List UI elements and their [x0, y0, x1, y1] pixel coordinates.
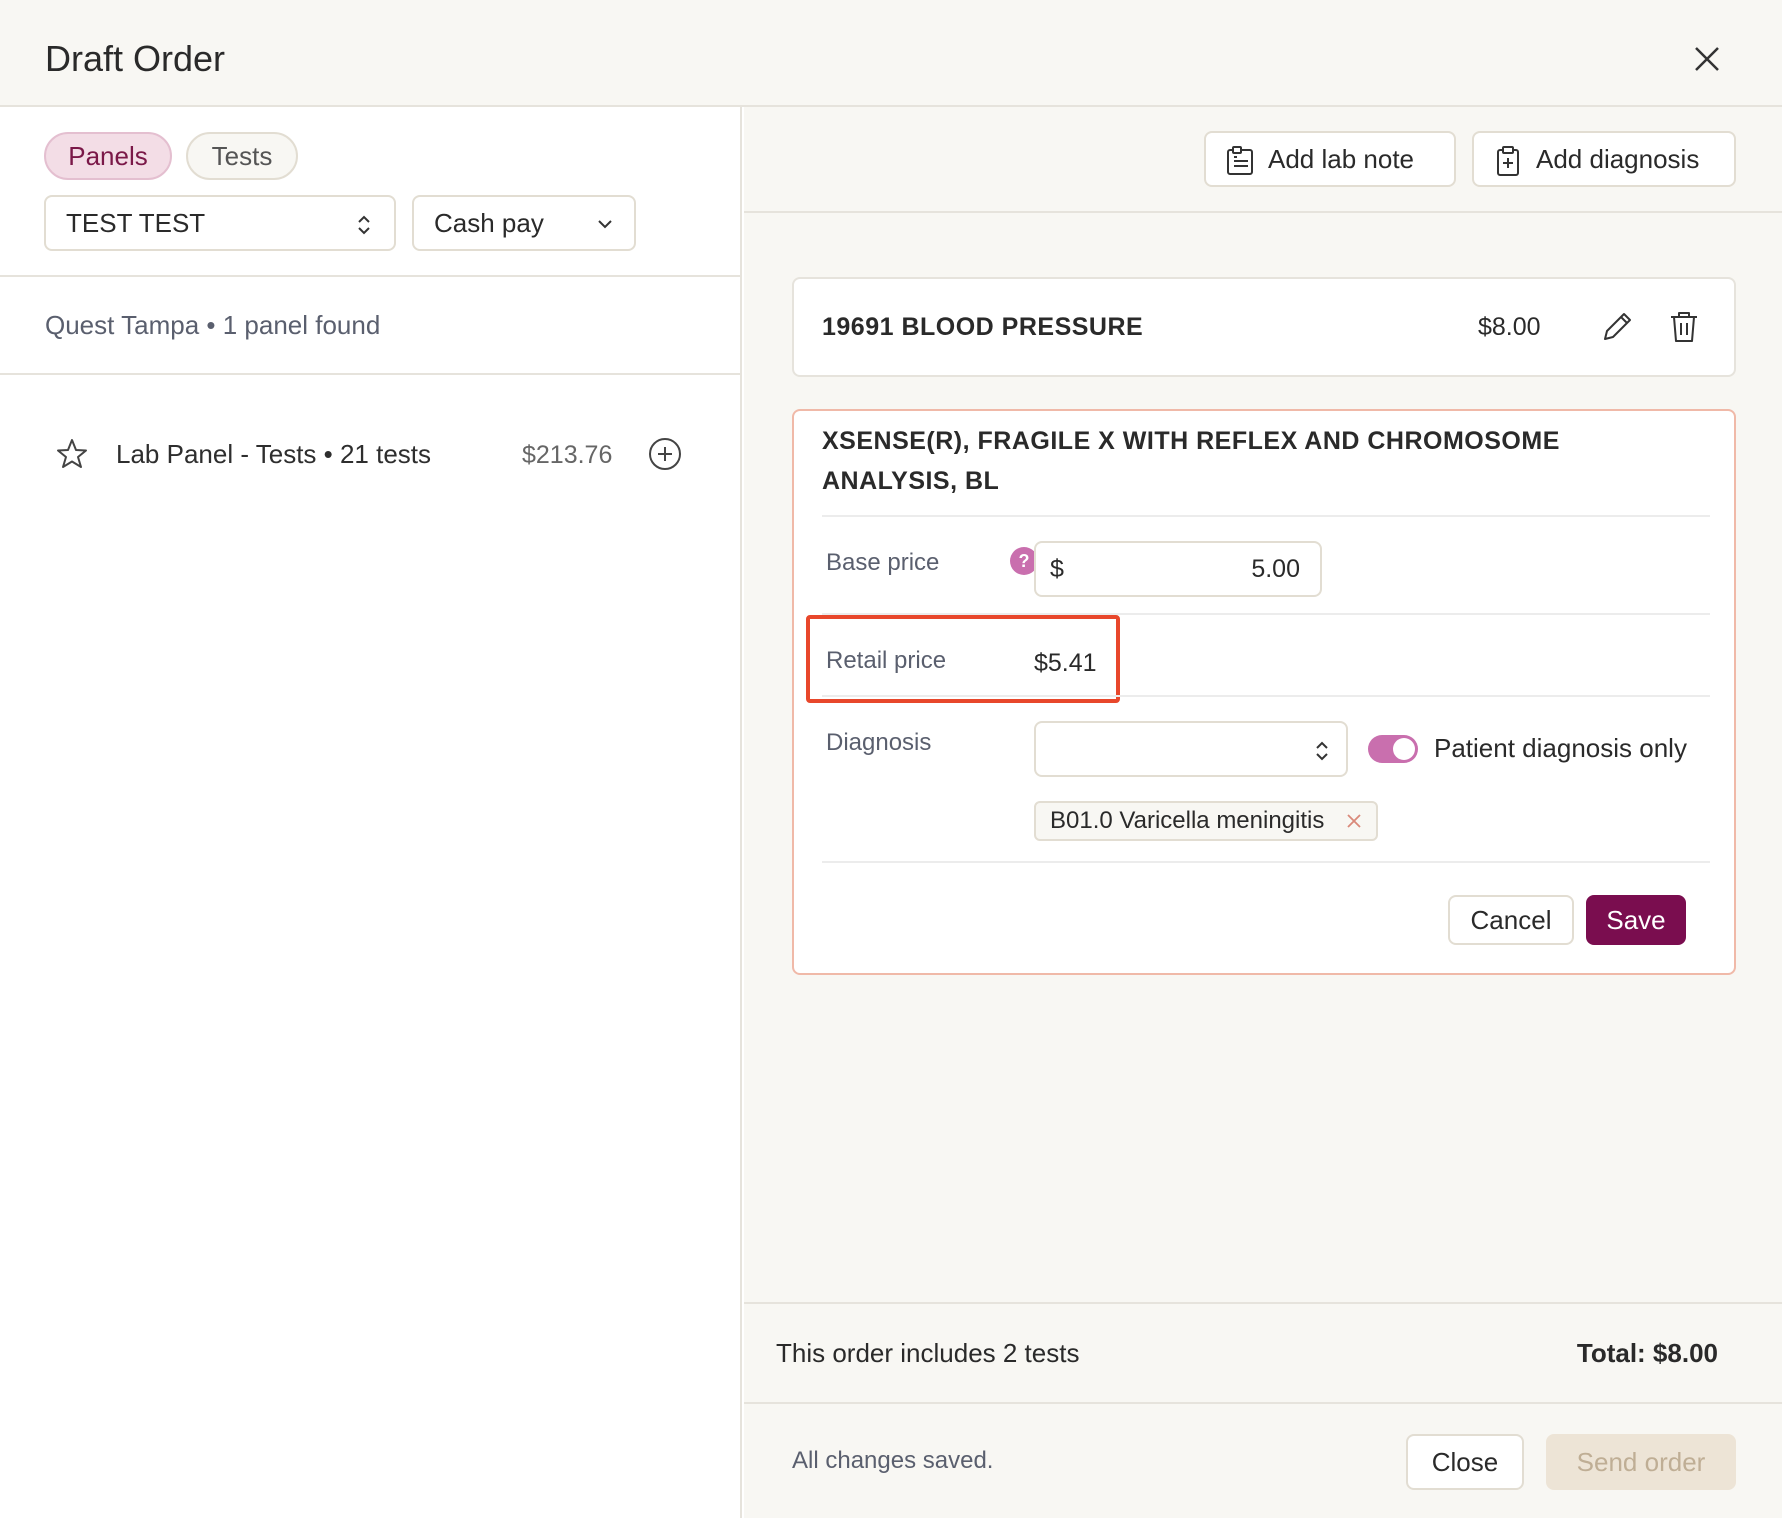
add-lab-note-button[interactable]: Add lab note — [1204, 131, 1456, 187]
updown-chevron-icon — [358, 215, 370, 235]
base-price-input[interactable]: $ 5.00 — [1034, 541, 1322, 597]
payment-select-value: Cash pay — [434, 208, 544, 238]
results-info: Quest Tampa • 1 panel found — [45, 310, 381, 340]
patient-diagnosis-toggle[interactable] — [1368, 735, 1418, 763]
cancel-button[interactable]: Cancel — [1448, 895, 1574, 945]
dialog-title: Draft Order — [45, 38, 226, 79]
chevron-down-icon — [598, 220, 612, 229]
updown-chevron-icon — [1316, 741, 1328, 761]
divider — [822, 515, 1710, 517]
save-status: All changes saved. — [792, 1447, 994, 1474]
test-card: 19691 BLOOD PRESSURE $8.00 — [792, 277, 1736, 377]
remove-icon[interactable] — [1346, 813, 1362, 829]
diagnosis-chip: B01.0 Varicella meningitis — [1034, 801, 1379, 841]
panel-price: $213.76 — [522, 441, 613, 469]
divider — [0, 373, 742, 375]
payment-select[interactable]: Cash pay — [412, 195, 636, 251]
toggle-knob — [1393, 738, 1415, 760]
test-name: XSENSE(R), FRAGILE X WITH REFLEX AND CHR… — [822, 427, 1560, 495]
base-price-value: 5.00 — [1251, 555, 1300, 583]
diagnosis-select[interactable] — [1034, 721, 1348, 777]
panel-row[interactable]: Lab Panel - Tests • 21 tests $213.76 — [0, 427, 742, 487]
pencil-icon[interactable] — [1599, 309, 1635, 345]
patient-diagnosis-label: Patient diagnosis only — [1434, 733, 1687, 763]
add-diagnosis-button[interactable]: Add diagnosis — [1472, 131, 1736, 187]
diagnosis-label: Diagnosis — [826, 729, 932, 756]
close-icon[interactable] — [1692, 44, 1722, 74]
divider — [744, 1402, 1782, 1404]
currency-symbol: $ — [1050, 555, 1064, 583]
divider — [822, 695, 1710, 697]
trash-icon[interactable] — [1666, 309, 1702, 345]
clipboard-medical-icon — [1497, 146, 1519, 176]
test-price: $8.00 — [1478, 313, 1541, 341]
base-price-label: Base price — [826, 549, 940, 576]
tab-panels[interactable]: Panels — [44, 132, 172, 180]
star-icon[interactable] — [55, 437, 89, 471]
retail-price-label: Retail price — [826, 647, 947, 674]
right-pane: Add lab note Add diagnosis 19691 BLOOD P… — [744, 107, 1782, 1518]
send-order-button[interactable]: Send order — [1546, 1434, 1736, 1490]
order-summary: This order includes 2 tests Total: $8.00 — [744, 1302, 1782, 1402]
save-button[interactable]: Save — [1586, 895, 1686, 945]
clipboard-note-icon — [1227, 146, 1253, 175]
add-circle-icon[interactable] — [648, 437, 682, 471]
patient-select-value: TEST TEST — [66, 208, 206, 238]
tab-tests[interactable]: Tests — [186, 132, 298, 180]
dialog-header: Draft Order — [0, 0, 1782, 107]
order-count: This order includes 2 tests — [776, 1338, 1080, 1368]
divider — [744, 211, 1782, 213]
left-pane: Panels Tests TEST TEST Cash pay Quest Ta… — [0, 107, 742, 1518]
retail-price-value: $5.41 — [1034, 649, 1097, 677]
divider — [0, 275, 742, 277]
order-total: Total: $8.00 — [1576, 1338, 1718, 1368]
add-diagnosis-label: Add diagnosis — [1536, 144, 1700, 174]
test-name: 19691 BLOOD PRESSURE — [822, 313, 1144, 341]
panel-name: Lab Panel - Tests • 21 tests — [116, 439, 432, 469]
diagnosis-chip-label: B01.0 Varicella meningitis — [1050, 807, 1325, 834]
test-edit-card: XSENSE(R), FRAGILE X WITH REFLEX AND CHR… — [792, 409, 1736, 975]
divider — [822, 861, 1710, 863]
close-button[interactable]: Close — [1406, 1434, 1524, 1490]
add-lab-note-label: Add lab note — [1268, 144, 1415, 174]
patient-select[interactable]: TEST TEST — [44, 195, 396, 251]
